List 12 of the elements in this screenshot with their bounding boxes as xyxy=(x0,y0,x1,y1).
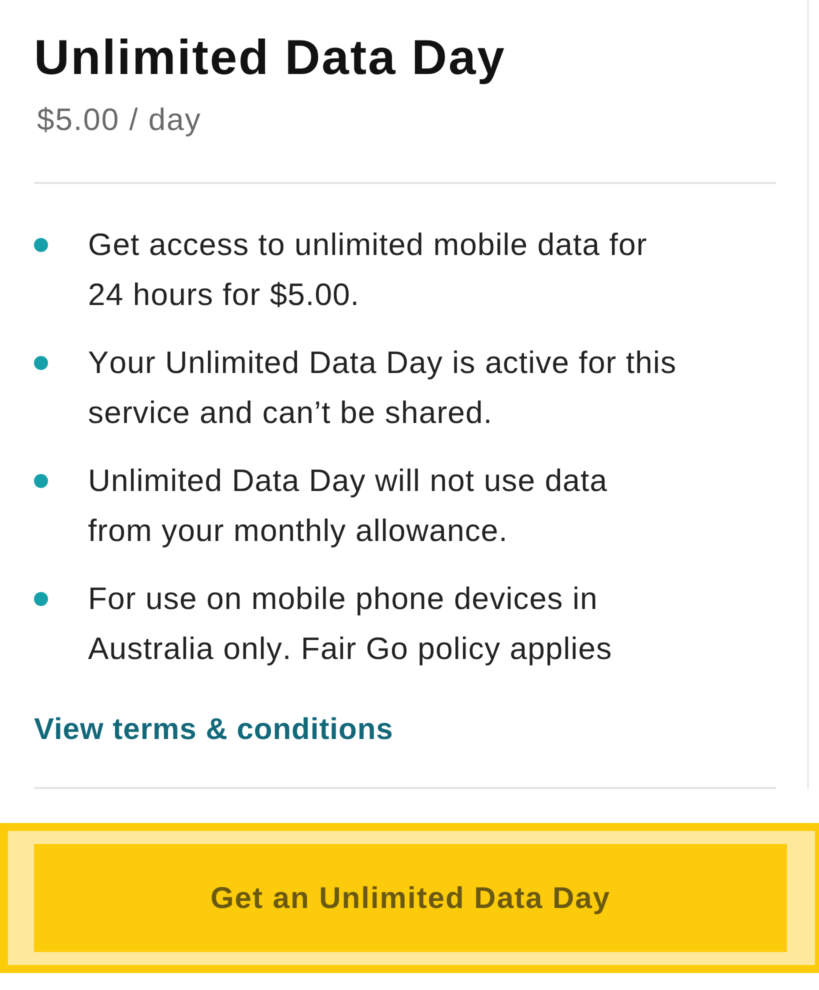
bullet-dot-icon xyxy=(34,592,48,606)
plan-price: $5.00 / day xyxy=(36,101,202,139)
bullet-dot-icon xyxy=(34,356,48,370)
bullet-dot-icon xyxy=(34,238,48,252)
get-unlimited-data-day-button[interactable]: Get an Unlimited Data Day xyxy=(34,844,787,952)
bullet-dot-icon xyxy=(34,474,48,488)
feature-text: Unlimited Data Day will not use data from your monthly allowance. xyxy=(88,462,609,550)
feature-text: Your Unlimited Data Day is active for this service and can’t be shared. xyxy=(88,344,678,432)
feature-text: For use on mobile phone devices in Australia only. Fair Go policy applies xyxy=(88,580,614,668)
feature-text: Get access to unlimited mobile data for 24 hours for $5.00. xyxy=(88,226,648,314)
plan-title: Unlimited Data Day xyxy=(34,31,507,86)
terms-link[interactable]: View terms & conditions xyxy=(34,710,394,750)
